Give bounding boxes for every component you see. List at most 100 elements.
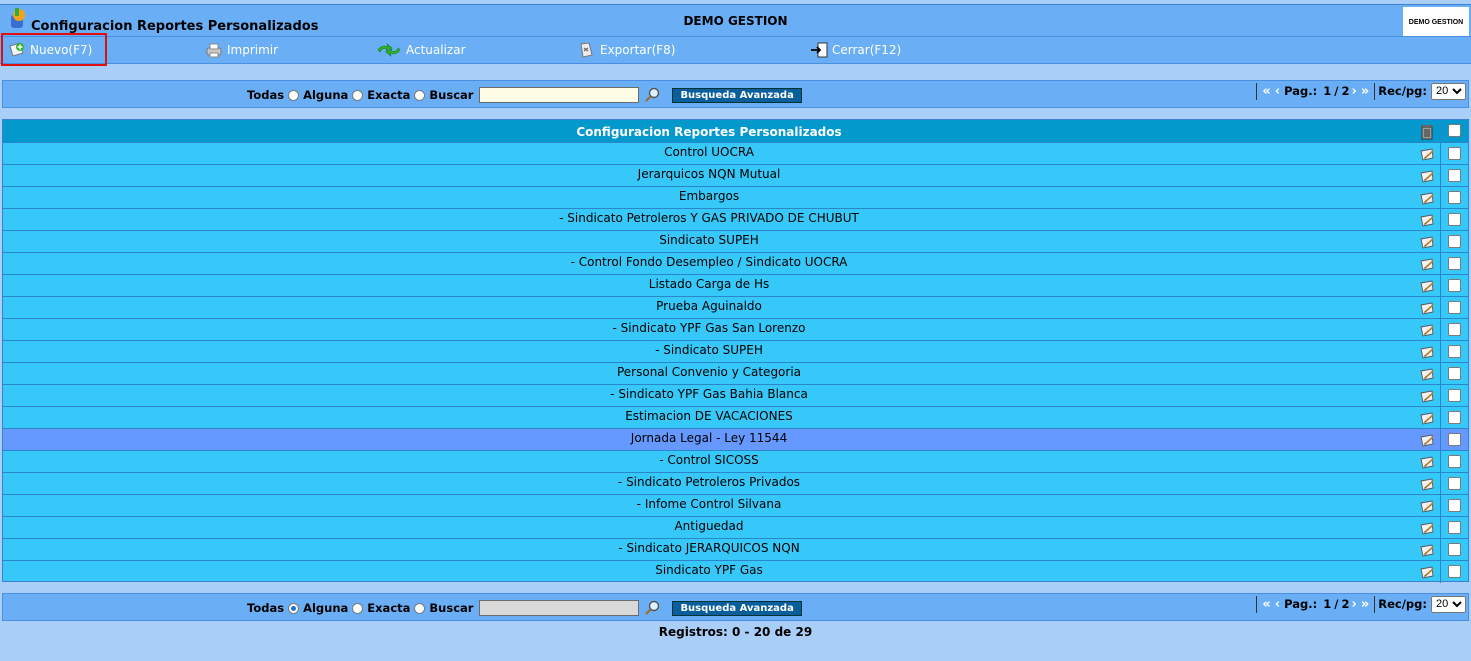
- edit-icon[interactable]: [1420, 500, 1435, 514]
- report-name: Estimacion DE VACACIONES: [625, 409, 793, 423]
- search-icon[interactable]: [644, 87, 660, 103]
- row-checkbox[interactable]: [1448, 257, 1461, 270]
- edit-icon[interactable]: [1420, 412, 1435, 426]
- row-checkbox[interactable]: [1448, 411, 1461, 424]
- edit-icon[interactable]: [1420, 434, 1435, 448]
- table-row[interactable]: - Sindicato YPF Gas San Lorenzo: [3, 318, 1468, 341]
- advanced-search-button[interactable]: Busqueda Avanzada: [672, 87, 802, 103]
- row-checkbox[interactable]: [1448, 477, 1461, 490]
- row-checkbox[interactable]: [1448, 367, 1461, 380]
- edit-icon[interactable]: [1420, 456, 1435, 470]
- option-exacta-label: Exacta: [367, 88, 411, 102]
- edit-icon[interactable]: [1420, 280, 1435, 294]
- edit-icon[interactable]: [1420, 258, 1435, 272]
- advanced-search-button[interactable]: Busqueda Avanzada: [672, 600, 802, 616]
- edit-icon[interactable]: [1420, 390, 1435, 404]
- actualizar-button[interactable]: Actualizar: [376, 42, 466, 58]
- table-row[interactable]: Prueba Aguinaldo: [3, 296, 1468, 319]
- row-checkbox[interactable]: [1448, 235, 1461, 248]
- edit-icon[interactable]: [1420, 346, 1435, 360]
- row-checkbox[interactable]: [1448, 169, 1461, 182]
- table-row[interactable]: - Sindicato SUPEH: [3, 340, 1468, 363]
- row-checkbox[interactable]: [1448, 191, 1461, 204]
- row-checkbox[interactable]: [1448, 433, 1461, 446]
- radio-alguna[interactable]: [352, 89, 364, 101]
- table-row[interactable]: Antiguedad: [3, 516, 1468, 539]
- trash-icon[interactable]: [1418, 123, 1436, 140]
- next-page-icon[interactable]: ›: [1351, 597, 1356, 612]
- edit-icon[interactable]: [1420, 170, 1435, 184]
- exportar-button[interactable]: Exportar(F8): [578, 42, 675, 58]
- pag-label: Pag.:: [1284, 597, 1318, 611]
- radio-exacta[interactable]: [414, 89, 426, 101]
- edit-icon[interactable]: [1420, 148, 1435, 162]
- row-checkbox[interactable]: [1448, 543, 1461, 556]
- table-row[interactable]: Personal Convenio y Categoria: [3, 362, 1468, 385]
- radio-alguna[interactable]: [352, 602, 364, 614]
- radio-todas[interactable]: [288, 602, 300, 614]
- column-divider: [1440, 407, 1441, 429]
- cerrar-button[interactable]: Cerrar(F12): [810, 42, 901, 58]
- table-row[interactable]: - Control SICOSS: [3, 450, 1468, 473]
- nuevo-label: Nuevo(F7): [30, 43, 93, 57]
- table-row[interactable]: Sindicato YPF Gas: [3, 560, 1468, 583]
- row-checkbox[interactable]: [1448, 345, 1461, 358]
- search-icon[interactable]: [644, 600, 660, 616]
- table-row[interactable]: Control UOCRA: [3, 142, 1468, 165]
- radio-exacta[interactable]: [414, 602, 426, 614]
- edit-icon[interactable]: [1420, 544, 1435, 558]
- edit-icon[interactable]: [1420, 324, 1435, 338]
- row-checkbox[interactable]: [1448, 455, 1461, 468]
- search-input[interactable]: [479, 87, 640, 103]
- row-checkbox[interactable]: [1448, 565, 1461, 578]
- table-row[interactable]: Jornada Legal - Ley 11544: [3, 428, 1468, 451]
- edit-icon[interactable]: [1420, 566, 1435, 580]
- row-checkbox[interactable]: [1448, 279, 1461, 292]
- row-checkbox[interactable]: [1448, 521, 1461, 534]
- table-row[interactable]: Embargos: [3, 186, 1468, 209]
- select-all-checkbox[interactable]: [1448, 124, 1461, 137]
- first-page-icon[interactable]: «: [1262, 597, 1270, 612]
- row-checkbox[interactable]: [1448, 323, 1461, 336]
- table-row[interactable]: - Sindicato Petroleros Y GAS PRIVADO DE …: [3, 208, 1468, 231]
- exportar-label: Exportar(F8): [600, 43, 676, 57]
- radio-todas[interactable]: [288, 89, 300, 101]
- table-row[interactable]: Estimacion DE VACACIONES: [3, 406, 1468, 429]
- edit-icon[interactable]: [1420, 302, 1435, 316]
- table-row[interactable]: - Sindicato Petroleros Privados: [3, 472, 1468, 495]
- imprimir-button[interactable]: Imprimir: [205, 42, 278, 58]
- row-checkbox[interactable]: [1448, 213, 1461, 226]
- next-page-icon[interactable]: ›: [1351, 84, 1356, 99]
- edit-icon[interactable]: [1420, 478, 1435, 492]
- search-input[interactable]: [479, 600, 640, 616]
- table-row[interactable]: - Control Fondo Desempleo / Sindicato UO…: [3, 252, 1468, 275]
- imprimir-label: Imprimir: [227, 43, 279, 57]
- row-checkbox[interactable]: [1448, 147, 1461, 160]
- first-page-icon[interactable]: «: [1262, 84, 1270, 99]
- report-name: Prueba Aguinaldo: [656, 299, 762, 313]
- table-row[interactable]: Sindicato SUPEH: [3, 230, 1468, 253]
- table-row[interactable]: - Sindicato JERARQUICOS NQN: [3, 538, 1468, 561]
- buscar-label: Buscar: [429, 601, 474, 615]
- last-page-icon[interactable]: »: [1361, 84, 1369, 99]
- table-row[interactable]: - Sindicato YPF Gas Bahia Blanca: [3, 384, 1468, 407]
- records-per-page-select[interactable]: 20: [1431, 595, 1466, 613]
- table-row[interactable]: - Infome Control Silvana: [3, 494, 1468, 517]
- prev-page-icon[interactable]: ‹: [1275, 84, 1280, 99]
- edit-icon[interactable]: [1420, 192, 1435, 206]
- option-todas-label: Todas: [247, 88, 285, 102]
- records-per-page-select[interactable]: 20: [1431, 82, 1466, 100]
- table-row[interactable]: Listado Carga de Hs: [3, 274, 1468, 297]
- edit-icon[interactable]: [1420, 522, 1435, 536]
- edit-icon[interactable]: [1420, 236, 1435, 250]
- prev-page-icon[interactable]: ‹: [1275, 597, 1280, 612]
- table-row[interactable]: Jerarquicos NQN Mutual: [3, 164, 1468, 187]
- row-checkbox[interactable]: [1448, 499, 1461, 512]
- edit-icon[interactable]: [1420, 368, 1435, 382]
- row-checkbox[interactable]: [1448, 389, 1461, 402]
- search-bar-bottom: Todas Alguna Exacta Buscar Busqueda Avan…: [2, 593, 1469, 621]
- last-page-icon[interactable]: »: [1361, 597, 1369, 612]
- edit-icon[interactable]: [1420, 214, 1435, 228]
- nuevo-button[interactable]: Nuevo(F7): [8, 42, 92, 58]
- row-checkbox[interactable]: [1448, 301, 1461, 314]
